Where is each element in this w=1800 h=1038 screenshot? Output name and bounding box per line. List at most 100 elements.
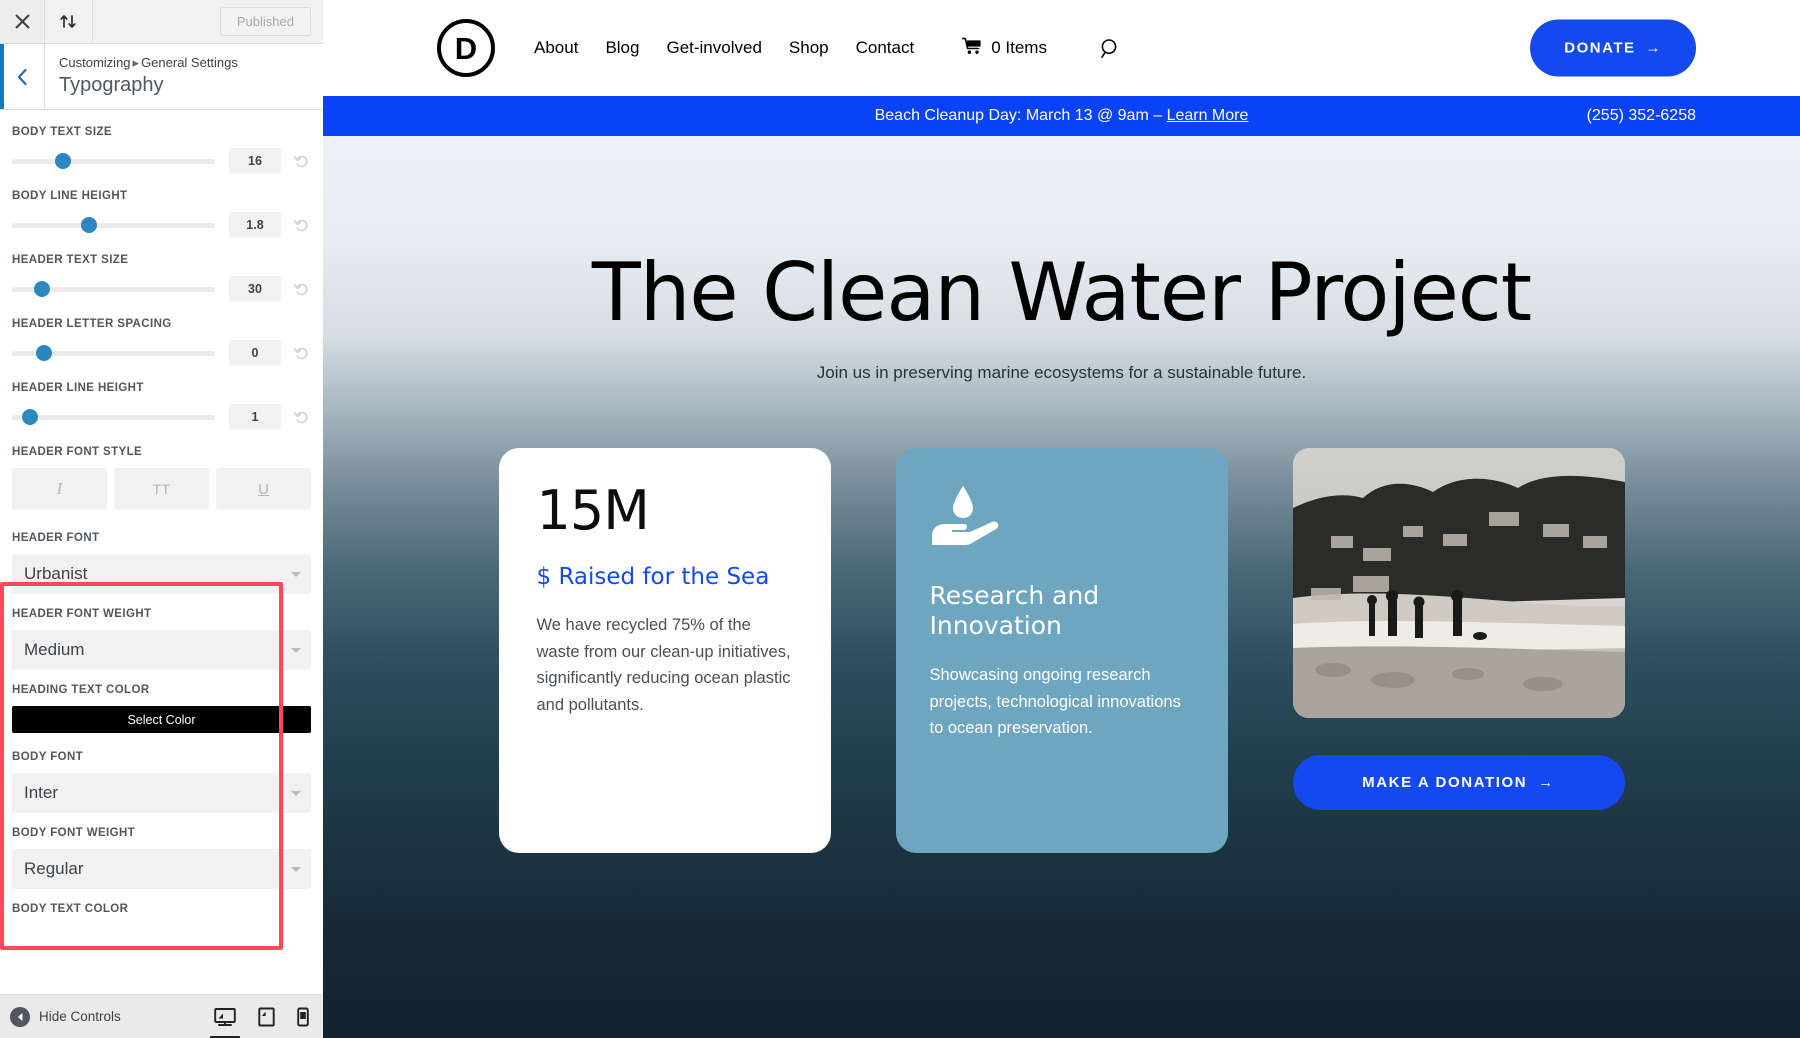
hide-controls-button[interactable]: Hide Controls bbox=[10, 1006, 121, 1027]
make-a-donation-label: MAKE A DONATION bbox=[1362, 774, 1528, 791]
desktop-view-button[interactable] bbox=[214, 1007, 236, 1027]
nav-item-about[interactable]: About bbox=[534, 38, 578, 58]
announcement-text-wrap: Beach Cleanup Day: March 13 @ 9am – Lear… bbox=[323, 107, 1800, 125]
site-logo[interactable]: D bbox=[437, 19, 495, 77]
arrow-right-icon: → bbox=[1538, 774, 1555, 791]
search-icon[interactable] bbox=[1100, 38, 1121, 59]
nav-item-get-involved[interactable]: Get-involved bbox=[666, 38, 761, 58]
tablet-view-button[interactable] bbox=[258, 1007, 275, 1027]
body-font-value: Inter bbox=[24, 783, 59, 802]
customizer-section-header: Customizing ▸ General Settings Typography bbox=[0, 44, 323, 110]
control-label: Body Text Size bbox=[12, 126, 112, 138]
cart-link[interactable]: 0 Items bbox=[961, 37, 1047, 60]
donate-button[interactable]: DONATE → bbox=[1530, 19, 1696, 77]
nav-item-contact[interactable]: Contact bbox=[856, 38, 915, 58]
body-font-weight-value: Regular bbox=[24, 859, 84, 878]
phone-number[interactable]: (255) 352-6258 bbox=[1587, 107, 1696, 125]
control-label: Header Text Size bbox=[12, 254, 129, 266]
chevron-down-icon bbox=[291, 572, 301, 577]
section-title-wrap: Customizing ▸ General Settings Typography bbox=[45, 44, 238, 109]
feature-title: Research and Innovation bbox=[929, 581, 1100, 640]
slider-handle[interactable] bbox=[34, 281, 51, 297]
reset-icon[interactable] bbox=[291, 346, 311, 361]
control-body-font-weight: Body Font Weight Regular bbox=[12, 813, 311, 889]
collapse-sort-icon[interactable] bbox=[45, 0, 93, 43]
control-body-line-height: Body Line Height 1.8 bbox=[12, 174, 311, 238]
slider-row: 16 bbox=[12, 148, 311, 174]
breadcrumb: Customizing ▸ General Settings bbox=[59, 54, 238, 71]
page-title: Typography bbox=[59, 74, 164, 96]
water-drop-in-hand-icon bbox=[930, 484, 1194, 551]
stat-label: $ Raised for the Sea bbox=[536, 564, 770, 590]
customizer-app: Published Customizing ▸ General Settings T… bbox=[0, 0, 1800, 1038]
slider-value[interactable]: 0 bbox=[229, 340, 281, 366]
control-body-text-size: Body Text Size 16 bbox=[12, 110, 311, 174]
header-font-select[interactable]: Urbanist bbox=[12, 554, 311, 594]
underline-toggle[interactable]: U bbox=[216, 468, 311, 510]
slider-handle[interactable] bbox=[54, 153, 71, 169]
site-header: D About Blog Get-involved Shop Contact 0… bbox=[323, 0, 1800, 96]
reset-icon[interactable] bbox=[291, 218, 311, 233]
make-a-donation-button[interactable]: MAKE A DONATION → bbox=[1292, 755, 1625, 810]
slider-row: 1.8 bbox=[12, 212, 311, 238]
heading-color-select-button[interactable]: Select Color bbox=[12, 706, 311, 733]
slider-value[interactable]: 1 bbox=[229, 404, 281, 430]
slider-track[interactable] bbox=[12, 281, 215, 297]
body-font-weight-select[interactable]: Regular bbox=[12, 849, 311, 889]
body-font-select[interactable]: Inter bbox=[12, 773, 311, 813]
reset-icon[interactable] bbox=[291, 154, 311, 169]
slider-value[interactable]: 1.8 bbox=[229, 212, 281, 238]
font-style-toggle-group: I TT U bbox=[12, 468, 311, 510]
slider-handle[interactable] bbox=[22, 409, 39, 425]
slider-value[interactable]: 30 bbox=[229, 276, 281, 302]
nav-item-shop[interactable]: Shop bbox=[789, 38, 829, 58]
control-body-text-color: Body Text Color bbox=[12, 889, 311, 915]
customizer-topbar: Published bbox=[0, 0, 323, 44]
slider-track[interactable] bbox=[12, 217, 215, 233]
chevron-left-icon[interactable] bbox=[0, 44, 45, 109]
hero-section: The Clean Water Project Join us in prese… bbox=[323, 136, 1800, 1038]
mobile-view-button[interactable] bbox=[297, 1007, 309, 1027]
reset-icon[interactable] bbox=[291, 282, 311, 297]
slider-track[interactable] bbox=[12, 153, 215, 169]
hide-controls-label: Hide Controls bbox=[39, 1009, 121, 1024]
control-label: Body Text Color bbox=[12, 903, 129, 915]
control-header-font-weight: Header Font Weight Medium bbox=[12, 594, 311, 670]
control-header-text-size: Header Text Size 30 bbox=[12, 238, 311, 302]
slider-row: 30 bbox=[12, 276, 311, 302]
device-preview-buttons bbox=[214, 1007, 309, 1027]
control-label: Body Font Weight bbox=[12, 827, 136, 839]
chevron-down-icon bbox=[291, 867, 301, 872]
uppercase-toggle[interactable]: TT bbox=[114, 468, 209, 510]
hero-subtitle: Join us in preserving marine ecosystems … bbox=[816, 363, 1307, 382]
control-label: Header Line Height bbox=[12, 382, 144, 394]
breadcrumb-root: Customizing bbox=[59, 55, 131, 70]
publish-button[interactable]: Published bbox=[219, 7, 311, 36]
slider-track[interactable] bbox=[12, 345, 215, 361]
control-label: Header Font Style bbox=[12, 446, 143, 458]
learn-more-link[interactable]: Learn More bbox=[1167, 107, 1249, 124]
stat-card: 15M $ Raised for the Sea We have recycle… bbox=[498, 448, 831, 853]
control-label: Heading Text Color bbox=[12, 684, 150, 696]
close-icon[interactable] bbox=[0, 0, 45, 43]
reset-icon[interactable] bbox=[291, 410, 311, 425]
main-nav: About Blog Get-involved Shop Contact 0 I… bbox=[534, 37, 1121, 60]
nav-item-blog[interactable]: Blog bbox=[605, 38, 639, 58]
collapse-arrow-icon bbox=[10, 1006, 30, 1027]
stat-number: 15M bbox=[536, 479, 650, 542]
slider-row: 1 bbox=[12, 404, 311, 430]
slider-track[interactable] bbox=[12, 409, 215, 425]
slider-handle[interactable] bbox=[81, 217, 98, 233]
header-font-weight-select[interactable]: Medium bbox=[12, 630, 311, 670]
breadcrumb-separator: ▸ bbox=[132, 55, 140, 70]
arrow-right-icon: → bbox=[1645, 39, 1662, 57]
italic-toggle[interactable]: I bbox=[12, 468, 107, 510]
slider-value[interactable]: 16 bbox=[229, 148, 281, 174]
control-label: Body Line Height bbox=[12, 190, 128, 202]
control-header-font: Header Font Urbanist bbox=[12, 510, 311, 594]
control-header-line-height: Header Line Height 1 bbox=[12, 366, 311, 430]
slider-handle[interactable] bbox=[36, 345, 53, 361]
cards-row: 15M $ Raised for the Sea We have recycle… bbox=[323, 448, 1800, 853]
chevron-down-icon bbox=[291, 648, 301, 653]
